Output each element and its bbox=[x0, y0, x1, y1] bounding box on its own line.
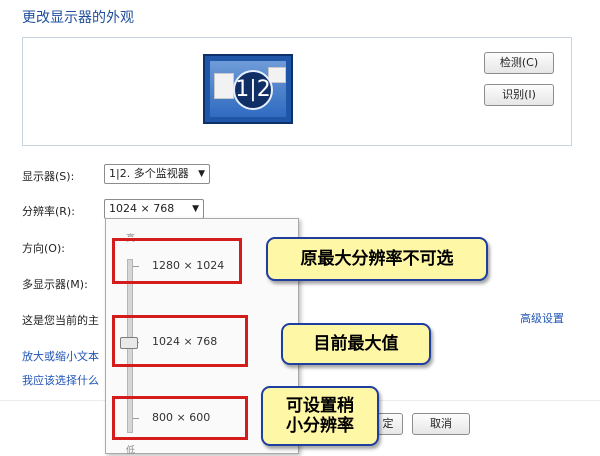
current-settings-text: 这是您当前的主 bbox=[22, 314, 99, 327]
resolution-label: 分辨率(R): bbox=[22, 205, 75, 218]
highlight-box-1024 bbox=[112, 315, 248, 367]
callout-smaller-resolution: 可设置稍 小分辨率 bbox=[261, 386, 379, 446]
which-settings-link[interactable]: 我应该选择什么 bbox=[22, 372, 99, 388]
enlarge-text-link[interactable]: 放大或缩小文本 bbox=[22, 348, 99, 364]
monitor-icon[interactable]: 1|2 bbox=[203, 54, 293, 124]
monitor-screen: 1|2 bbox=[210, 61, 286, 117]
multi-display-label: 多显示器(M): bbox=[22, 278, 88, 291]
display-select[interactable]: 1|2. 多个监视器 ▼ bbox=[104, 164, 210, 184]
highlight-box-800 bbox=[112, 396, 248, 440]
dropdown-arrow-icon: ▼ bbox=[198, 169, 205, 179]
display-label: 显示器(S): bbox=[22, 170, 75, 183]
orientation-label: 方向(O): bbox=[22, 242, 65, 255]
resolution-select[interactable]: 1024 × 768 ▼ bbox=[104, 199, 204, 219]
highlight-box-1280 bbox=[112, 238, 242, 284]
page-title: 更改显示器的外观 bbox=[22, 10, 134, 26]
monitor-number-badge: 1|2 bbox=[233, 70, 273, 110]
dropdown-arrow-icon: ▼ bbox=[192, 204, 199, 214]
detect-button[interactable]: 检测(C) bbox=[484, 52, 554, 74]
callout-current-max: 目前最大值 bbox=[281, 323, 431, 365]
callout-line: 小分辨率 bbox=[286, 416, 354, 436]
callout-max-not-selectable: 原最大分辨率不可选 bbox=[266, 237, 488, 281]
display-select-value: 1|2. 多个监视器 bbox=[109, 167, 189, 180]
resolution-select-value: 1024 × 768 bbox=[109, 202, 175, 215]
callout-line: 可设置稍 bbox=[286, 396, 354, 416]
cancel-button[interactable]: 取消 bbox=[412, 413, 470, 435]
slider-low-label: 低 bbox=[126, 446, 136, 456]
window-thumbnail-left bbox=[214, 73, 234, 99]
identify-button[interactable]: 识别(I) bbox=[484, 84, 554, 106]
advanced-settings-link[interactable]: 高级设置 bbox=[520, 310, 564, 326]
